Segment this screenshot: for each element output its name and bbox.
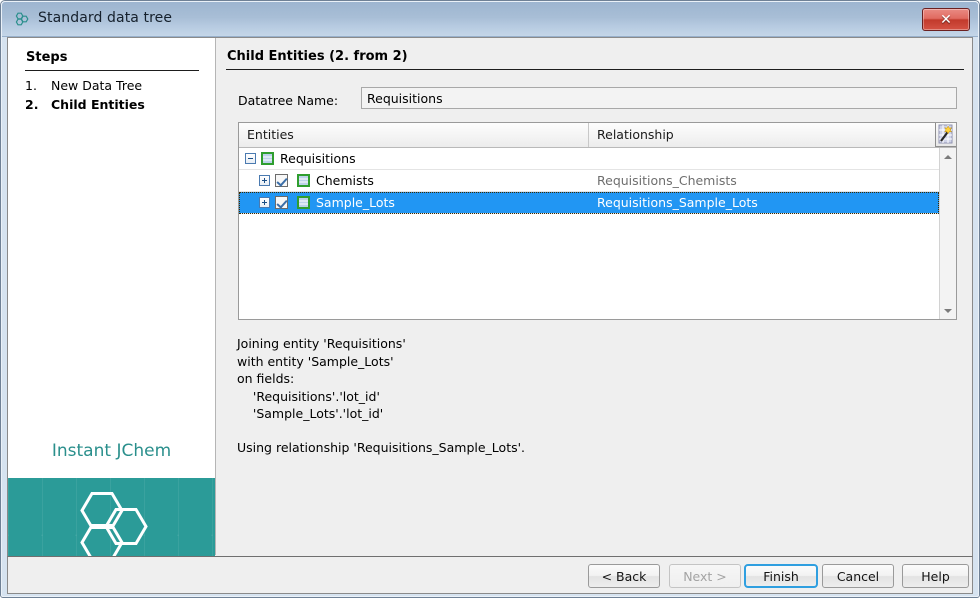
expand-plus-icon[interactable] — [259, 197, 270, 208]
help-button-label: Help — [921, 568, 950, 584]
next-button[interactable]: Next > — [669, 564, 741, 588]
entity-checkbox[interactable] — [275, 196, 288, 209]
entity-table-icon — [297, 196, 310, 209]
relationship-description: Using relationship 'Requisitions_Sample_… — [237, 440, 526, 455]
table-vertical-scrollbar[interactable] — [939, 148, 956, 319]
page-title: Child Entities (2. from 2) — [227, 49, 408, 64]
cancel-button-label: Cancel — [836, 568, 880, 584]
close-button[interactable]: ✕ — [922, 8, 970, 31]
table-header: Entities Relationship — [239, 123, 956, 148]
cell-relationship: Requisitions_Sample_Lots — [597, 195, 758, 210]
main-panel: Child Entities (2. from 2) Datatree Name… — [217, 38, 972, 555]
table-body: Requisitions Chemists Requisitions_Chemi… — [239, 148, 939, 319]
finish-button[interactable]: Finish — [744, 564, 818, 588]
join-description: Joining entity 'Requisitions' with entit… — [237, 336, 406, 421]
entity-table-icon — [297, 174, 310, 187]
back-button-label: < Back — [601, 568, 647, 584]
entity-label: Sample_Lots — [316, 195, 395, 210]
dialog-window: Standard data tree ✕ Steps 1. New Data T… — [0, 0, 980, 598]
cell-entities: Chemists — [239, 170, 589, 191]
dialog-body: Steps 1. New Data Tree 2. Child Entities… — [7, 37, 973, 556]
steps-divider — [25, 70, 199, 71]
back-button[interactable]: < Back — [588, 564, 660, 588]
scroll-down-icon[interactable] — [940, 302, 956, 319]
expand-plus-icon[interactable] — [259, 175, 270, 186]
jchem-hexagons-icon — [13, 10, 31, 28]
cell-entities: Requisitions — [239, 148, 589, 169]
dialog-window-inner: Standard data tree ✕ Steps 1. New Data T… — [1, 1, 979, 597]
column-header-relationship[interactable]: Relationship — [589, 123, 936, 147]
page-title-divider — [226, 69, 964, 70]
table-row[interactable]: Requisitions — [239, 148, 939, 170]
entity-checkbox[interactable] — [275, 174, 288, 187]
finish-button-label: Finish — [763, 568, 799, 584]
steps-list: 1. New Data Tree 2. Child Entities — [25, 78, 205, 116]
step-number: 2. — [25, 97, 39, 112]
sidebar-step-child-entities[interactable]: 2. Child Entities — [25, 97, 205, 116]
help-button[interactable]: Help — [902, 564, 969, 588]
brand-name: Instant JChem — [51, 441, 172, 461]
column-header-entities[interactable]: Entities — [239, 123, 589, 147]
datatree-name-input[interactable] — [361, 87, 957, 109]
cancel-button[interactable]: Cancel — [822, 564, 894, 588]
steps-heading: Steps — [26, 50, 68, 65]
sidebar-step-new-data-tree[interactable]: 1. New Data Tree — [25, 78, 205, 97]
collapse-minus-icon[interactable] — [245, 153, 256, 164]
entity-table-icon — [261, 152, 274, 165]
cell-relationship: Requisitions_Chemists — [597, 173, 737, 188]
close-icon: ✕ — [940, 11, 952, 28]
entity-label: Requisitions — [280, 151, 356, 166]
window-title: Standard data tree — [38, 10, 173, 26]
table-row[interactable]: Sample_Lots Requisitions_Sample_Lots — [239, 192, 939, 214]
table-row[interactable]: Chemists Requisitions_Chemists — [239, 170, 939, 192]
entities-table: Entities Relationship Requisitions Chemi… — [238, 122, 957, 320]
datatree-name-label: Datatree Name: — [238, 93, 339, 108]
step-label: Child Entities — [51, 97, 145, 112]
scroll-up-icon[interactable] — [940, 148, 956, 165]
cell-relationship — [589, 148, 934, 169]
steps-sidebar: Steps 1. New Data Tree 2. Child Entities… — [8, 38, 216, 556]
title-bar[interactable]: Standard data tree ✕ — [2, 2, 978, 37]
cell-entities: Sample_Lots — [239, 192, 589, 213]
step-label: New Data Tree — [51, 78, 143, 93]
brand-panel — [8, 478, 215, 556]
entity-label: Chemists — [316, 173, 374, 188]
jchem-logo-icon — [70, 490, 154, 556]
next-button-label: Next > — [683, 568, 727, 584]
magic-wand-icon[interactable] — [935, 123, 956, 147]
step-number: 1. — [25, 78, 37, 93]
dialog-footer: < Back Next > Finish Cancel Help — [7, 556, 973, 594]
